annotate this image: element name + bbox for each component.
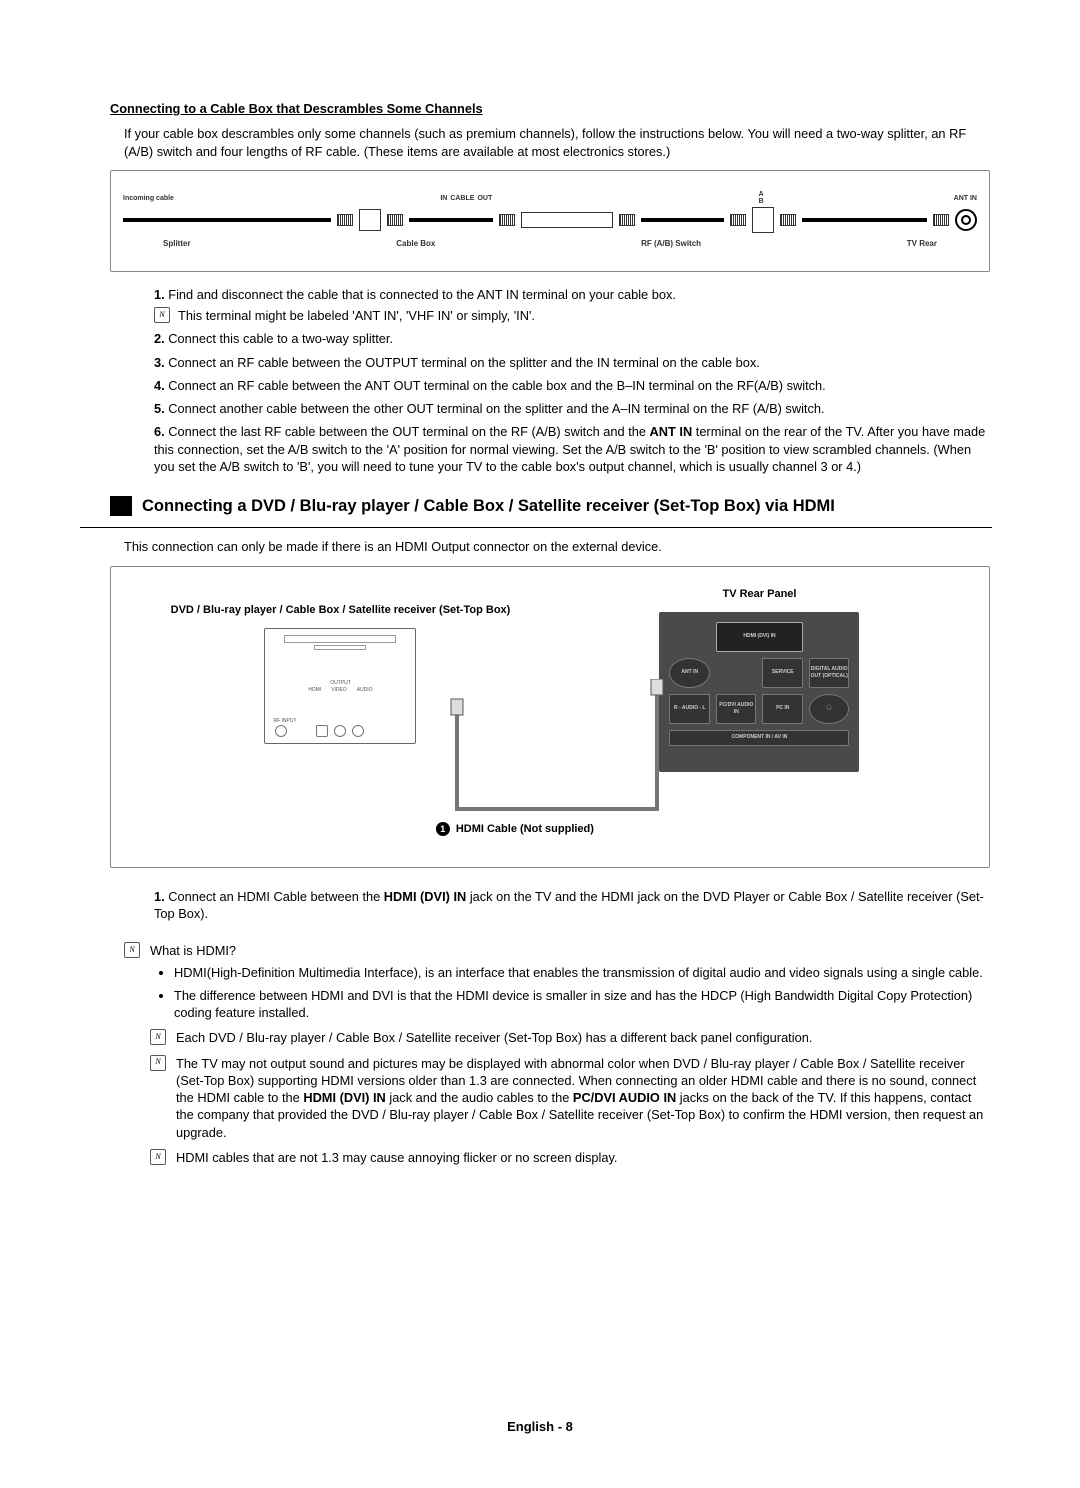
subnote-3: N HDMI cables that are not 1.3 may cause… — [150, 1149, 990, 1166]
tv-rear-panel-label: TV Rear Panel — [558, 587, 960, 602]
device-label: DVD / Blu-ray player / Cable Box / Satel… — [139, 603, 541, 618]
out-label: OUT — [477, 194, 492, 203]
hdmi-step-1: 1. Connect an HDMI Cable between the HDM… — [154, 888, 990, 923]
note-icon: N — [150, 1149, 166, 1165]
switch-b-label: B — [759, 198, 764, 205]
step-4: 4. Connect an RF cable between the ANT O… — [154, 377, 990, 394]
hdmi-cable-icon — [427, 679, 687, 819]
device-box-icon: OUTPUT HDMI VIDEO AUDIO RF INPUT — [264, 628, 416, 744]
step-3: 3. Connect an RF cable between the OUTPU… — [154, 354, 990, 371]
rf-diagram: Incoming cable IN CABLE OUT A B ANT IN — [110, 170, 990, 272]
ant-in-label: ANT IN — [954, 194, 977, 203]
ant-port-icon — [955, 209, 977, 231]
page-footer: English - 8 — [507, 1418, 573, 1436]
note-icon: N — [154, 307, 170, 323]
note-icon: N — [124, 942, 140, 958]
step-1-note: This terminal might be labeled 'ANT IN',… — [178, 307, 535, 324]
subheading: Connecting to a Cable Box that Descrambl… — [110, 100, 990, 117]
tv-panel-icon: HDMI (DVI) IN ANT IN SERVICE DIGITAL AUD… — [659, 612, 859, 772]
section-intro: This connection can only be made if ther… — [124, 538, 990, 555]
note-icon: N — [150, 1029, 166, 1045]
bullet-1: HDMI(High-Definition Multimedia Interfac… — [174, 964, 990, 981]
circled-1-icon: 1 — [436, 822, 450, 836]
rf-steps: 1. Find and disconnect the cable that is… — [124, 286, 990, 475]
section-title: Connecting a DVD / Blu-ray player / Cabl… — [142, 495, 835, 517]
step-5: 5. Connect another cable between the oth… — [154, 400, 990, 417]
bullet-2: The difference between HDMI and DVI is t… — [174, 987, 990, 1022]
switch-a-label: A — [759, 191, 764, 198]
splitter-label: Splitter — [163, 239, 191, 250]
cable-label: CABLE — [450, 194, 474, 203]
hdmi-diagram: DVD / Blu-ray player / Cable Box / Satel… — [110, 566, 990, 868]
subnote-2: N The TV may not output sound and pictur… — [150, 1055, 990, 1141]
hdmi-bullets: HDMI(High-Definition Multimedia Interfac… — [158, 964, 990, 1022]
incoming-cable-label: Incoming cable — [123, 194, 174, 203]
in-label: IN — [440, 194, 447, 203]
tv-rear-label: TV Rear — [907, 239, 937, 250]
step-1: 1. Find and disconnect the cable that is… — [154, 286, 990, 325]
subnote-1: N Each DVD / Blu-ray player / Cable Box … — [150, 1029, 990, 1046]
step-6: 6. Connect the last RF cable between the… — [154, 423, 990, 475]
rf-switch-label: RF (A/B) Switch — [641, 239, 701, 250]
note-icon: N — [150, 1055, 166, 1071]
what-is-hdmi-note: N What is HDMI? — [124, 942, 990, 959]
section-bar-icon — [110, 496, 132, 516]
step-2: 2. Connect this cable to a two-way split… — [154, 330, 990, 347]
hdmi-cable-label: HDMI Cable (Not supplied) — [456, 822, 594, 837]
hdmi-steps: 1. Connect an HDMI Cable between the HDM… — [124, 888, 990, 923]
cable-box-label: Cable Box — [396, 239, 435, 250]
intro-paragraph: If your cable box descrambles only some … — [124, 125, 990, 160]
